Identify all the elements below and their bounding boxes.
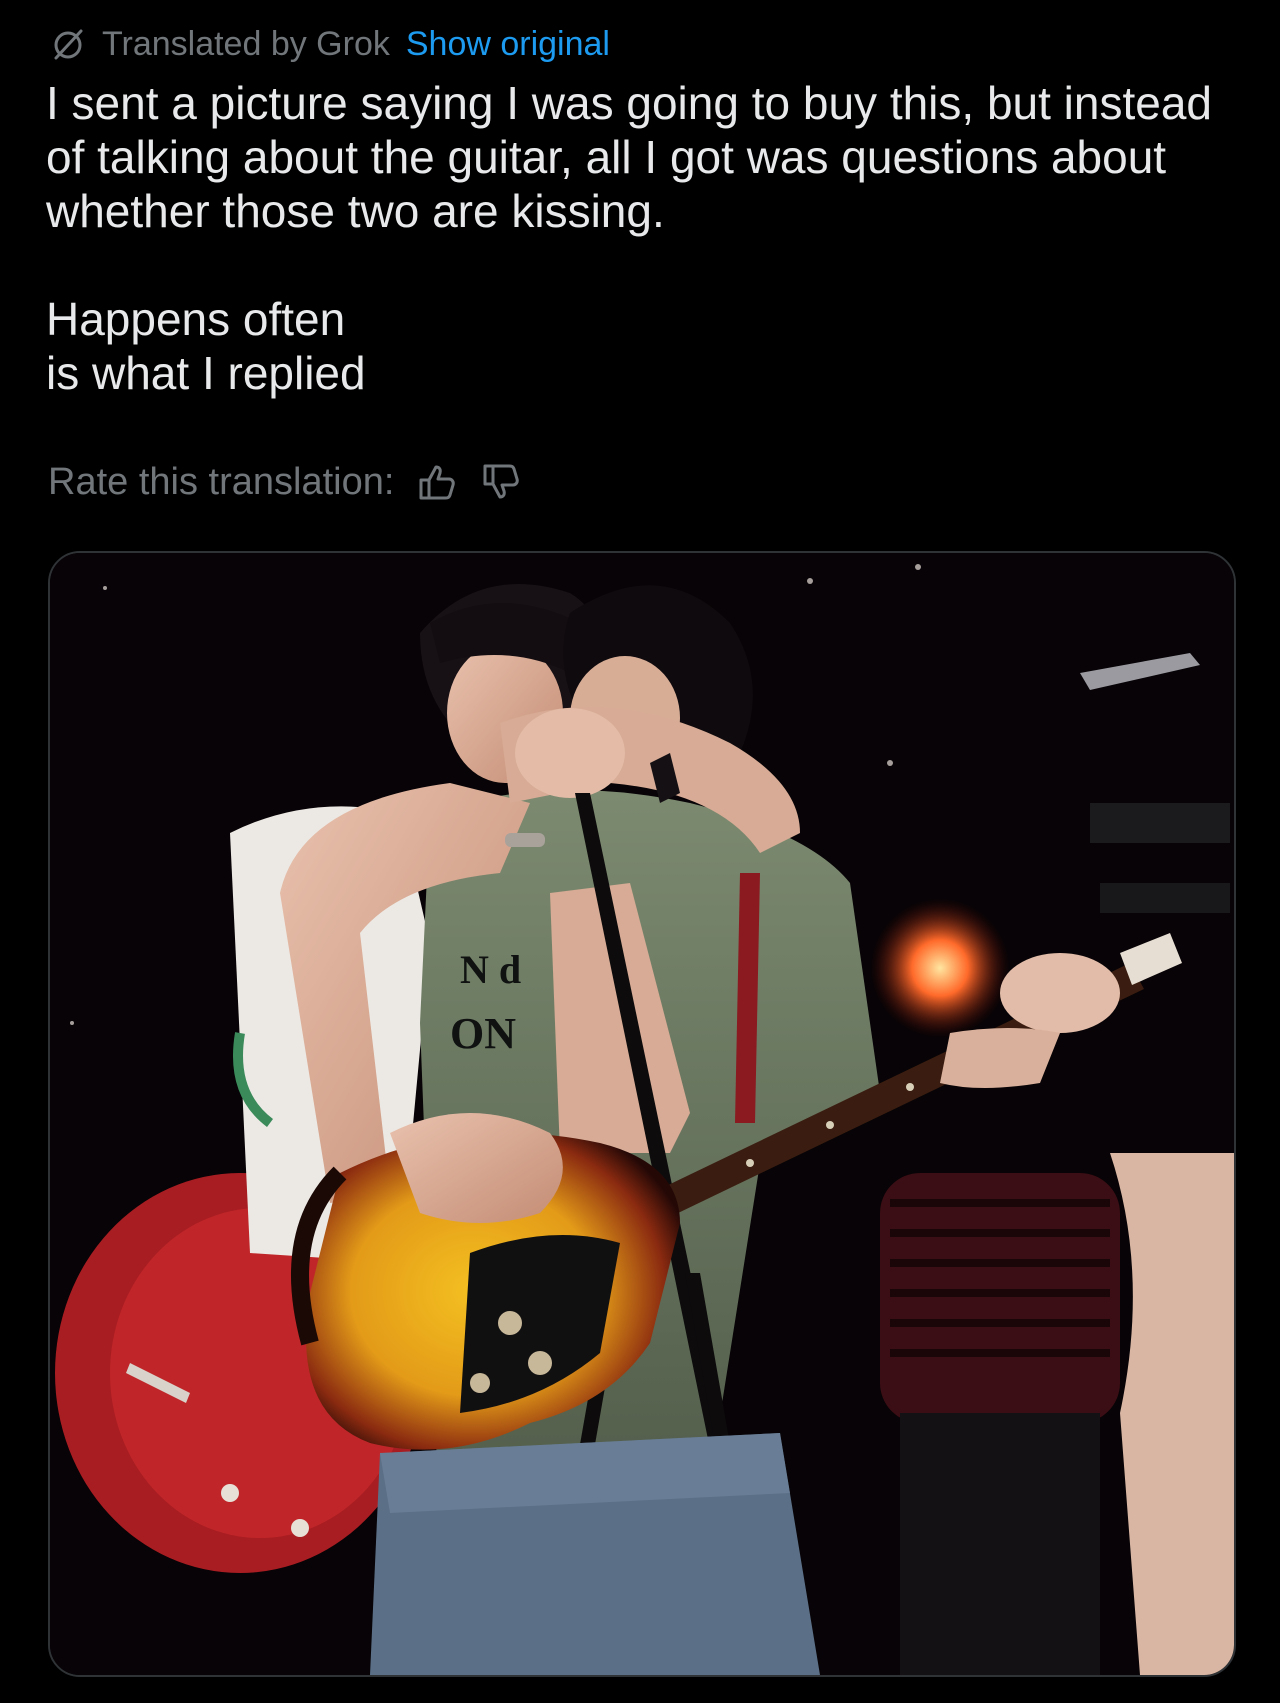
tweet-media-photo[interactable]: N d ON	[48, 551, 1236, 1677]
translation-bar: Translated by Grok Show original	[48, 22, 610, 66]
rate-label: Rate this translation:	[48, 460, 395, 503]
translated-by-label: Translated by Grok	[102, 24, 390, 63]
tweet-line-happens: Happens often	[46, 293, 346, 345]
tweet-text: I sent a picture saying I was going to b…	[46, 76, 1226, 400]
thumbs-up-icon[interactable]	[416, 461, 458, 503]
concert-photo: N d ON	[50, 553, 1234, 1675]
thumbs-down-icon[interactable]	[480, 461, 522, 503]
stage-light	[870, 898, 1010, 1038]
shirt-print-top: N d	[460, 947, 521, 992]
show-original-link[interactable]: Show original	[406, 25, 610, 64]
translate-slash-icon	[54, 29, 83, 60]
tweet-paragraph-1: I sent a picture saying I was going to b…	[46, 77, 1213, 237]
rate-translation: Rate this translation:	[48, 458, 522, 506]
tweet-line-replied: is what I replied	[46, 347, 366, 399]
shirt-print-bottom: ON	[450, 1009, 516, 1058]
tweet-paragraph-2: Happens often is what I replied	[46, 292, 1226, 400]
